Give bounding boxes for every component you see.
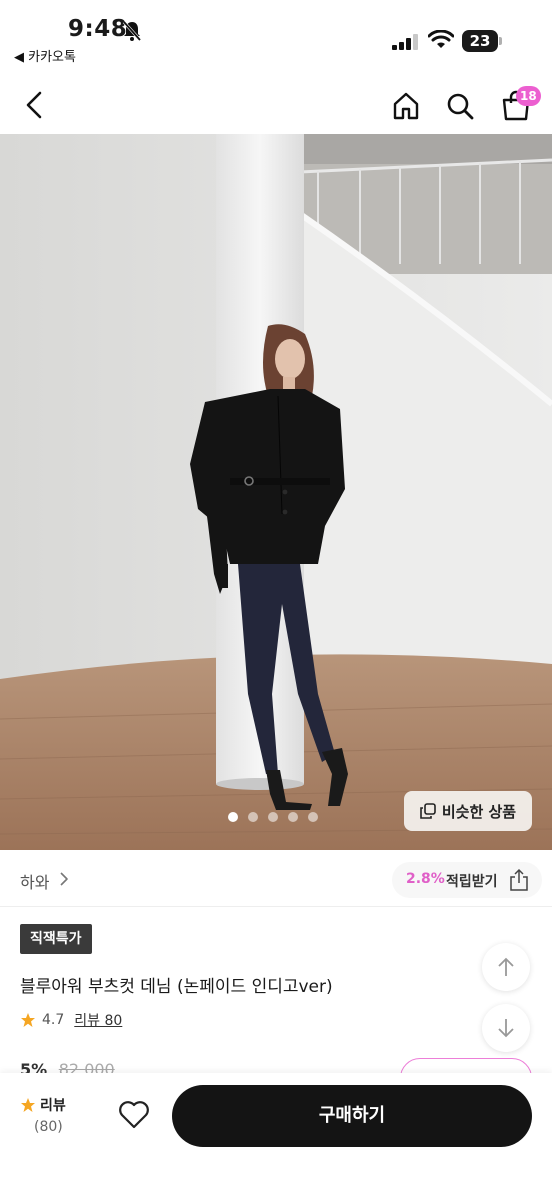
arrow-up-icon xyxy=(498,957,514,976)
heart-icon[interactable] xyxy=(118,1100,150,1130)
copy-icon xyxy=(420,803,436,819)
battery-tip xyxy=(499,37,502,45)
battery-indicator: 23 xyxy=(462,30,502,52)
top-nav: 18 xyxy=(0,76,552,134)
chevron-right-icon[interactable] xyxy=(58,871,70,887)
brand-name-link[interactable]: 하와 xyxy=(20,869,49,893)
cellular-signal-icon xyxy=(392,34,418,50)
deal-badge: 직잭특가 xyxy=(20,924,92,954)
brand-row: 하와 2.8% 적립받기 xyxy=(0,851,552,907)
rating-row: 4.7 리뷰 80 xyxy=(20,1010,122,1030)
review-count-link[interactable]: 리뷰 80 xyxy=(74,1010,122,1030)
battery-level: 23 xyxy=(462,30,498,52)
cart-count-badge: 18 xyxy=(516,86,541,106)
home-icon[interactable] xyxy=(390,90,422,122)
bottom-action-bar: 리뷰 (80) 구매하기 xyxy=(0,1073,552,1200)
arrow-down-icon xyxy=(498,1019,514,1038)
carousel-dot[interactable] xyxy=(248,812,258,822)
carousel-dot[interactable] xyxy=(268,812,278,822)
carousel-dot[interactable] xyxy=(308,812,318,822)
back-arrow-icon[interactable] xyxy=(20,90,50,120)
share-icon[interactable] xyxy=(508,868,530,892)
carousel-dot[interactable] xyxy=(228,812,238,822)
scroll-to-top-button[interactable] xyxy=(482,943,530,991)
points-label: 적립받기 xyxy=(446,874,498,890)
review-count: (80) xyxy=(34,1119,63,1135)
review-summary[interactable]: 리뷰 (80) xyxy=(20,1095,76,1141)
similar-products-button[interactable]: 비슷한 상품 xyxy=(404,791,532,831)
rating-score: 4.7 xyxy=(42,1012,65,1028)
product-image-carousel[interactable] xyxy=(0,134,552,850)
bell-off-icon xyxy=(122,21,142,41)
back-to-app-link[interactable]: ◀ 카카오톡 xyxy=(14,46,76,65)
review-label: 리뷰 xyxy=(40,1098,66,1114)
status-time: 9:48 xyxy=(68,16,128,42)
buy-button[interactable]: 구매하기 xyxy=(172,1085,532,1147)
points-rate: 2.8% xyxy=(406,871,445,887)
search-icon[interactable] xyxy=(444,90,476,122)
wifi-icon xyxy=(428,30,454,48)
star-icon xyxy=(21,1013,35,1027)
similar-products-label: 비슷한 상품 xyxy=(441,802,517,821)
scroll-to-bottom-button[interactable] xyxy=(482,1004,530,1052)
product-title: 블루아워 부츠컷 데님 (논페이드 인디고ver) xyxy=(20,977,333,997)
product-photo xyxy=(0,134,552,850)
points-pill[interactable]: 2.8% 적립받기 xyxy=(392,862,542,898)
star-icon xyxy=(21,1098,35,1112)
status-bar: 9:48 ◀ 카카오톡 23 xyxy=(0,0,552,72)
carousel-dot[interactable] xyxy=(288,812,298,822)
carousel-dots xyxy=(228,812,318,822)
